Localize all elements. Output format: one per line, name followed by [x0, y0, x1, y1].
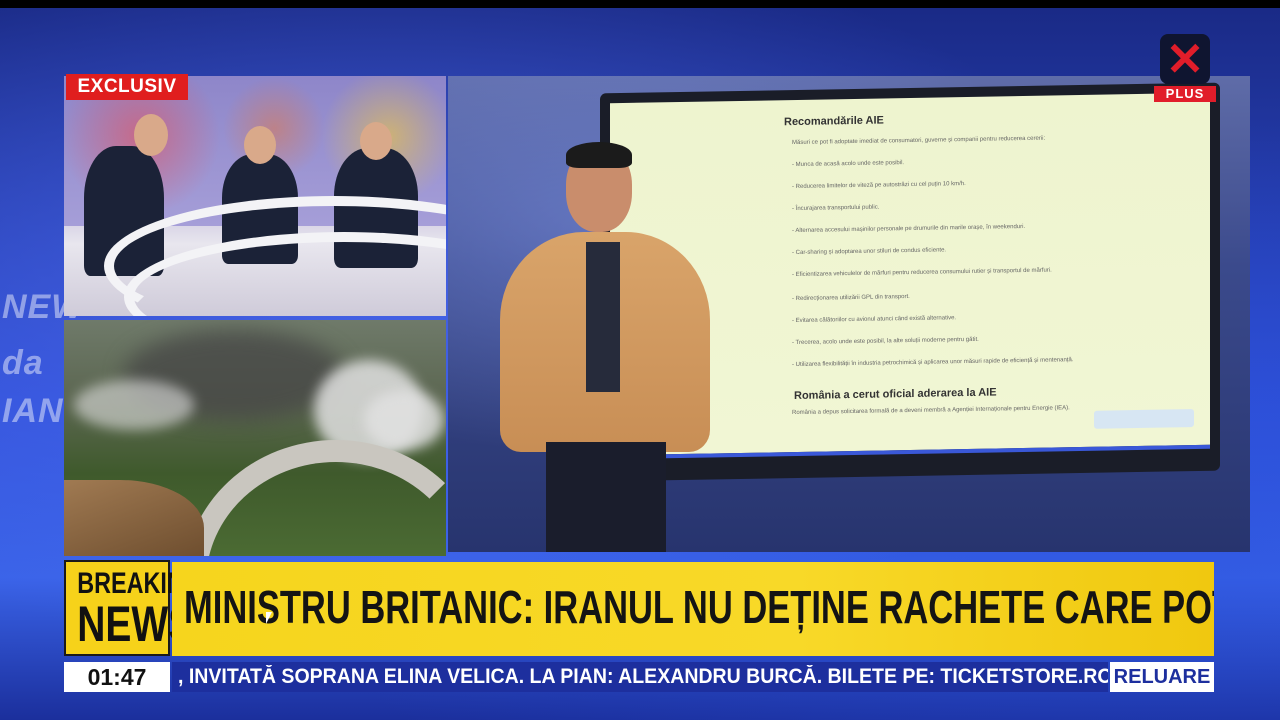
explosion-footage — [64, 320, 446, 556]
rock-cliff — [64, 480, 204, 556]
document-line: - Încurajarea transportului public. — [792, 204, 880, 213]
headline-text: MINISTRU BRITANIC: IRANUL NU DEȚINE RACH… — [184, 581, 1214, 633]
presenter — [500, 142, 710, 552]
broadcast-clock: 01:47 — [64, 662, 170, 692]
document-line: - Eficientizarea vehiculelor de mărfuri … — [792, 267, 1052, 279]
breaking-news-badge: BREAKING NEWS — [64, 560, 202, 656]
document-line: - Munca de acasă acolo unde este posibil… — [792, 160, 905, 169]
presenter-shirt — [586, 242, 620, 392]
channel-logo-plus: PLUS — [1154, 86, 1216, 102]
wall-lettering: IAN — [2, 392, 64, 430]
document-heading: România a cerut oficial aderarea la AIE — [794, 386, 997, 403]
white-smoke-cloud — [364, 390, 444, 450]
document-line: - Utilizarea flexibilității în industria… — [792, 357, 1074, 369]
document-line: Măsuri ce pot fi adoptate imediat de con… — [792, 135, 1046, 147]
news-word: NEWS — [77, 596, 195, 652]
crawl-text: , INVITATĂ SOPRANA ELINA VELICA. LA PIAN… — [178, 665, 1108, 688]
presenter-studio: Recomandările AIE Măsuri ce pot fi adopt… — [448, 76, 1250, 552]
document-line: - Evitarea călătoriilor cu avionul atunc… — [792, 315, 957, 325]
guest-head — [134, 114, 168, 156]
top-letterbox — [0, 0, 1280, 8]
white-smoke-cloud — [74, 380, 194, 430]
guest-head — [244, 126, 276, 164]
replay-badge: RELUARE — [1110, 662, 1214, 692]
winding-road — [184, 440, 446, 556]
document-footnote: România a depus solicitarea formală de a… — [792, 405, 1070, 417]
headline-bar: MINISTRU BRITANIC: IRANUL NU DEȚINE RACH… — [172, 562, 1214, 656]
document-title: Recomandările AIE — [784, 114, 884, 129]
document-line: - Reducerea limitelor de viteză pe autos… — [792, 181, 966, 191]
studio-guests-video — [64, 76, 446, 316]
mouse-cursor-icon — [266, 612, 272, 624]
document-line: - Trecerea, acolo unde este posibil, la … — [792, 336, 979, 347]
document-line: - Car-sharing și adoptarea unor stiluri … — [792, 247, 947, 257]
presenter-hair — [566, 142, 632, 168]
exclusive-tag: EXCLUSIV — [66, 74, 188, 100]
news-crawl: , INVITATĂ SOPRANA ELINA VELICA. LA PIAN… — [172, 662, 1108, 692]
guest-head — [360, 122, 392, 160]
presenter-pants — [546, 442, 666, 552]
x-logo-icon: ✕ — [1160, 34, 1210, 84]
document-line: - Redirecționarea utilizării GPL din tra… — [792, 294, 910, 303]
document-line: - Alternarea accesului mașinilor persona… — [792, 223, 1026, 235]
channel-logo: ✕ PLUS — [1154, 34, 1216, 106]
wall-lettering: da — [2, 344, 44, 382]
document-toolbar[interactable] — [1094, 409, 1194, 429]
x-glyph: ✕ — [1165, 34, 1205, 84]
